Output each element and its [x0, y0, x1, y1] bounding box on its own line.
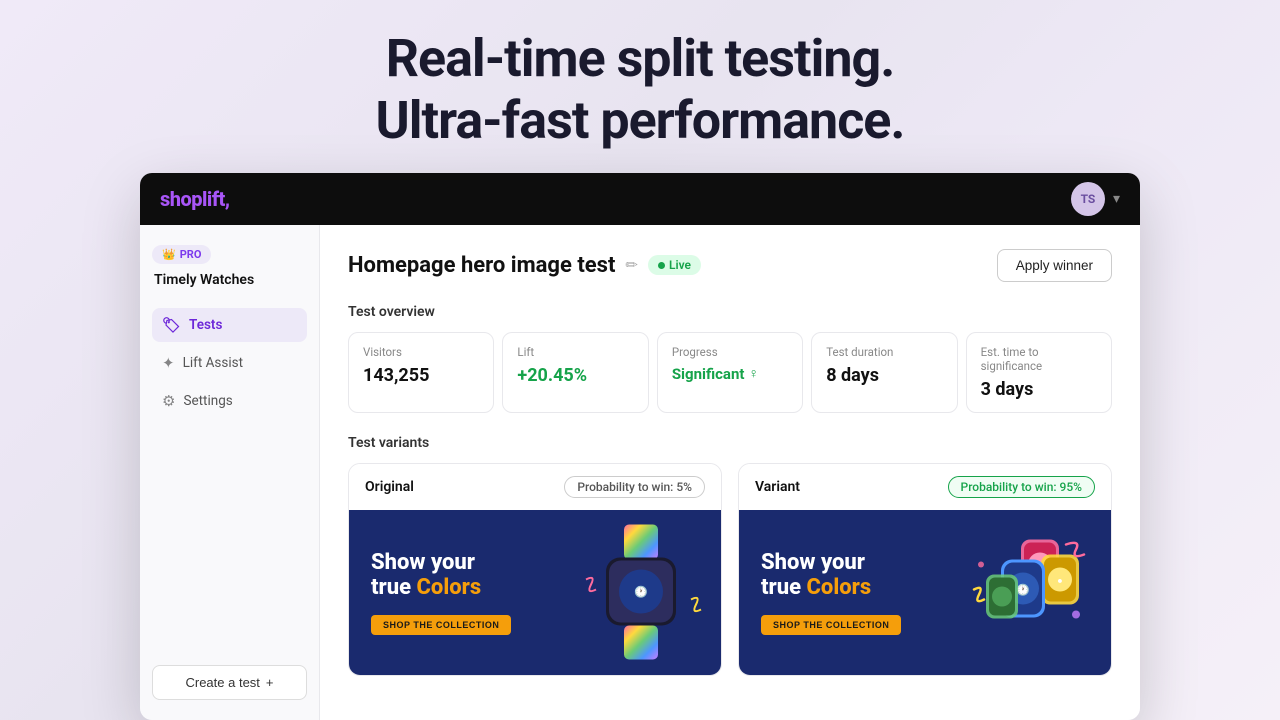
- significant-info: Significant ♀: [672, 365, 788, 383]
- info-icon: ♀: [748, 365, 759, 382]
- page-header-left: Homepage hero image test ✏ Live: [348, 253, 701, 278]
- prob-badge-original: Probability to win: 5%: [564, 476, 705, 498]
- avatar[interactable]: TS: [1071, 182, 1105, 216]
- create-test-label: Create a test: [185, 675, 259, 690]
- edit-icon[interactable]: ✏: [625, 256, 638, 274]
- logo-dot: ,: [225, 187, 230, 211]
- duration-value: 8 days: [826, 365, 942, 386]
- hero-line2: Ultra-fast performance.: [376, 90, 905, 151]
- main-content: Homepage hero image test ✏ Live Apply wi…: [320, 225, 1140, 720]
- sidebar-item-tests[interactable]: 🏷 Tests: [152, 308, 307, 342]
- chevron-down-icon[interactable]: ▾: [1113, 191, 1120, 207]
- svg-text:🕐: 🕐: [634, 586, 648, 599]
- est-time-value: 3 days: [981, 379, 1097, 400]
- variant-header-original: Original Probability to win: 5%: [349, 464, 721, 510]
- nav-right: TS ▾: [1071, 182, 1120, 216]
- settings-icon: ⚙: [162, 392, 175, 410]
- overview-card-visitors: Visitors 143,255: [348, 332, 494, 413]
- crown-icon: 👑: [162, 248, 176, 261]
- pro-badge-label: PRO: [180, 248, 202, 261]
- watch-headline-original: Show your true Colors: [371, 550, 511, 601]
- top-nav: shoplift, TS ▾: [140, 173, 1140, 225]
- duration-label: Test duration: [826, 345, 942, 359]
- pro-badge: 👑 PRO: [152, 245, 211, 264]
- variant-header-variant: Variant Probability to win: 95%: [739, 464, 1111, 510]
- variant-name-variant: Variant: [755, 479, 800, 495]
- sidebar-item-settings[interactable]: ⚙ Settings: [152, 384, 307, 418]
- plus-icon: +: [266, 675, 274, 690]
- lift-label: Lift: [517, 345, 633, 359]
- progress-label: Progress: [672, 345, 788, 359]
- live-dot-icon: [658, 262, 665, 269]
- logo-text: shoplift: [160, 187, 225, 211]
- live-badge: Live: [648, 255, 701, 275]
- svg-text:🕐: 🕐: [1016, 584, 1030, 597]
- sidebar-item-tests-label: Tests: [189, 317, 222, 333]
- watch-ad-variant: Show your true Colors SHOP THE COLLECTIO…: [739, 510, 1111, 675]
- store-name: Timely Watches: [152, 272, 307, 288]
- test-variants-title: Test variants: [348, 435, 1112, 451]
- page-title: Homepage hero image test: [348, 253, 615, 278]
- variants-grid: Original Probability to win: 5% Show you…: [348, 463, 1112, 676]
- hero-line1: Real-time split testing.: [386, 28, 895, 89]
- tests-icon: 🏷: [162, 316, 181, 334]
- create-test-button[interactable]: Create a test +: [152, 665, 307, 700]
- overview-card-lift: Lift +20.45%: [502, 332, 648, 413]
- sidebar-item-settings-label: Settings: [183, 393, 232, 409]
- overview-card-duration: Test duration 8 days: [811, 332, 957, 413]
- page-header: Homepage hero image test ✏ Live Apply wi…: [348, 249, 1112, 282]
- lift-value: +20.45%: [517, 365, 633, 386]
- main-layout: 👑 PRO Timely Watches 🏷 Tests ✦ Lift Assi…: [140, 225, 1140, 720]
- logo: shoplift,: [160, 187, 230, 211]
- sidebar-item-lift-assist-label: Lift Assist: [183, 355, 243, 371]
- watch-visual-variant: ● ●: [961, 515, 1101, 670]
- test-overview-title: Test overview: [348, 304, 1112, 320]
- overview-card-est-time: Est. time to significance 3 days: [966, 332, 1112, 413]
- est-time-label: Est. time to significance: [981, 345, 1097, 373]
- watch-visual-original: 🕐: [571, 515, 711, 670]
- visitors-value: 143,255: [363, 365, 479, 386]
- svg-text:●: ●: [1057, 577, 1062, 587]
- variant-name-original: Original: [365, 479, 414, 495]
- hero-section: Real-time split testing. Ultra-fast perf…: [376, 0, 905, 173]
- live-label: Live: [669, 258, 691, 272]
- shop-btn-original[interactable]: SHOP THE COLLECTION: [371, 615, 511, 635]
- overview-card-progress: Progress Significant ♀: [657, 332, 803, 413]
- variant-card-variant: Variant Probability to win: 95% Show you…: [738, 463, 1112, 676]
- visitors-label: Visitors: [363, 345, 479, 359]
- progress-value: Significant: [672, 365, 745, 383]
- apply-winner-button[interactable]: Apply winner: [997, 249, 1112, 282]
- watch-ad-text-variant: Show your true Colors SHOP THE COLLECTIO…: [739, 530, 923, 655]
- app-window: shoplift, TS ▾ 👑 PRO Timely Watches 🏷 Te…: [140, 173, 1140, 720]
- sidebar: 👑 PRO Timely Watches 🏷 Tests ✦ Lift Assi…: [140, 225, 320, 720]
- lift-assist-icon: ✦: [162, 354, 175, 372]
- shop-btn-variant[interactable]: SHOP THE COLLECTION: [761, 615, 901, 635]
- watch-ad-text-original: Show your true Colors SHOP THE COLLECTIO…: [349, 530, 533, 655]
- overview-cards: Visitors 143,255 Lift +20.45% Progress S…: [348, 332, 1112, 413]
- sidebar-item-lift-assist[interactable]: ✦ Lift Assist: [152, 346, 307, 380]
- watch-ad-original: Show your true Colors SHOP THE COLLECTIO…: [349, 510, 721, 675]
- watch-headline-variant: Show your true Colors: [761, 550, 901, 601]
- variant-card-original: Original Probability to win: 5% Show you…: [348, 463, 722, 676]
- prob-badge-variant: Probability to win: 95%: [948, 476, 1095, 498]
